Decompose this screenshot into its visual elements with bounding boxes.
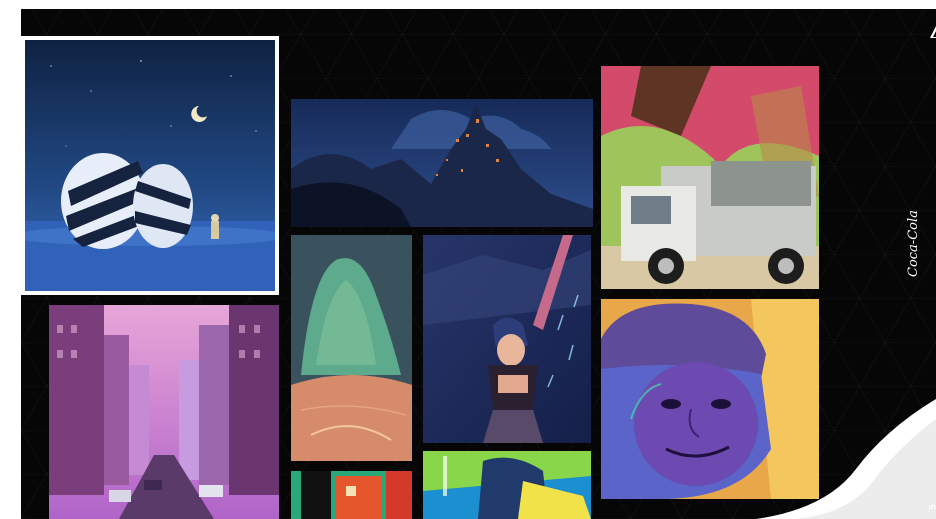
- dynamic-ribbon-wave: [756, 399, 936, 519]
- tile-mountain-illustration[interactable]: [291, 235, 412, 461]
- tile-neon-figure-bottom[interactable]: [423, 451, 591, 519]
- mood-board-slide: Coca-Cola 5: [21, 9, 936, 519]
- triangle-logo-icon: [930, 26, 936, 38]
- tile-moon-night-sculpture[interactable]: [21, 36, 279, 295]
- brand-wordmark: Coca-Cola: [906, 210, 921, 277]
- tile-city-street[interactable]: [49, 305, 279, 519]
- tile-colorful-abstract-bottom[interactable]: [291, 471, 412, 519]
- tile-white-truck[interactable]: [601, 66, 819, 289]
- tile-arcane-character[interactable]: [423, 235, 591, 443]
- page-number: 5: [928, 504, 936, 509]
- tile-castle-night-landscape[interactable]: [291, 99, 593, 227]
